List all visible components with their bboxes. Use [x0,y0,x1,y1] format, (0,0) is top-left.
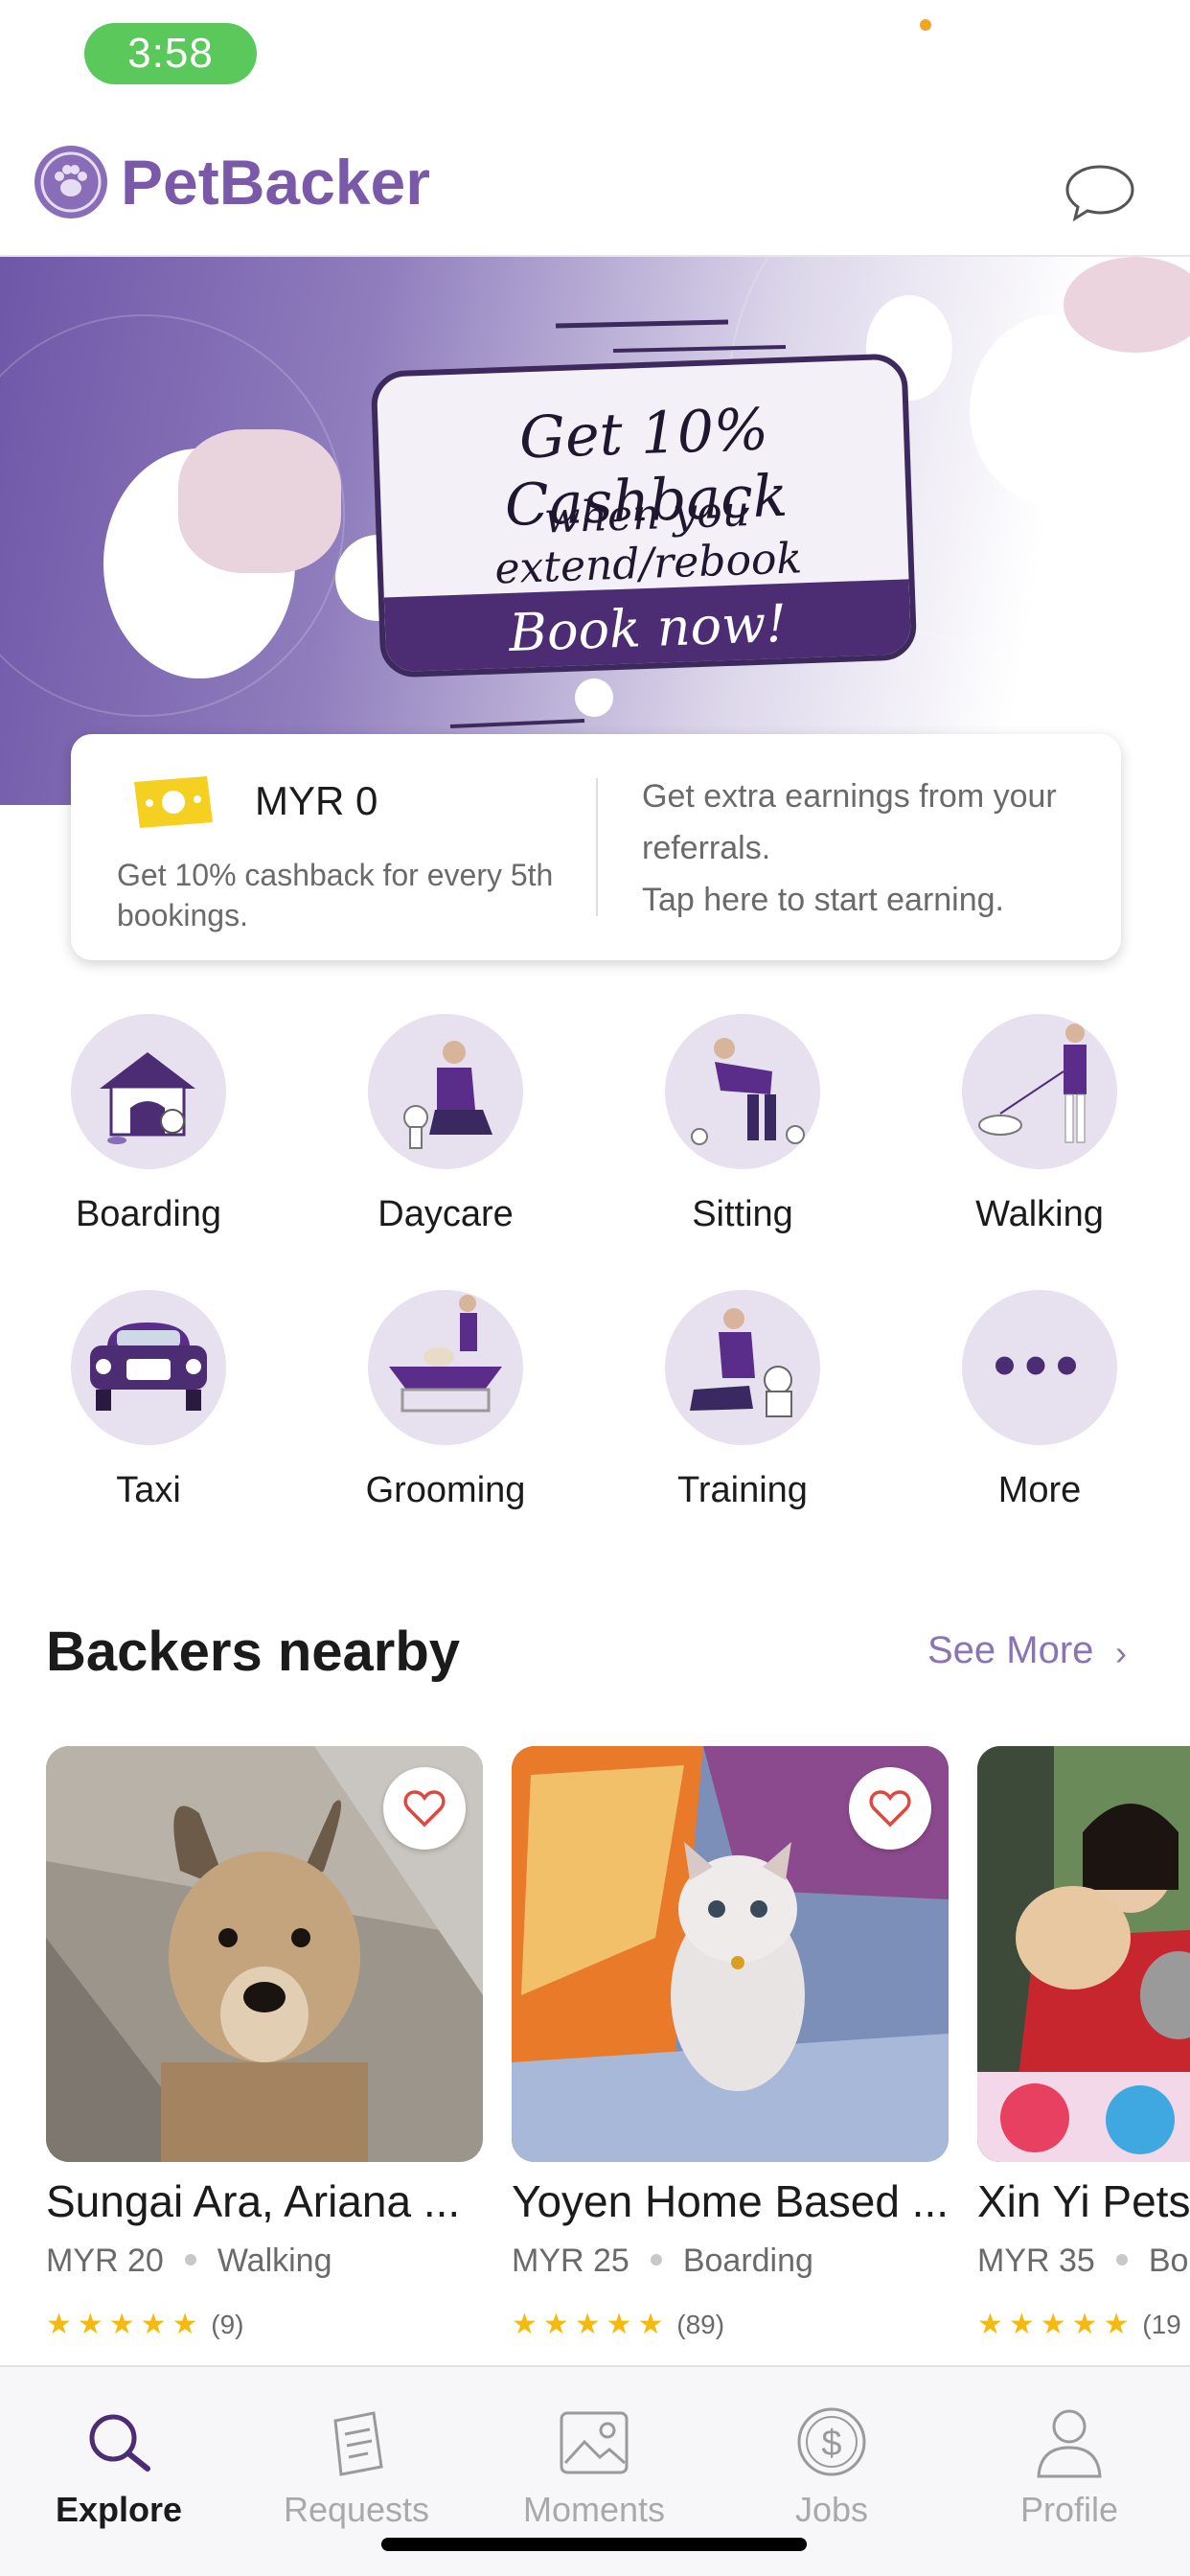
more-dots-glyph: ••• [993,1327,1087,1402]
tab-label: Profile [1019,2490,1119,2529]
heart-icon [869,1790,911,1828]
person-icon [1037,2409,1102,2478]
more-dots-icon: ••• [962,1290,1117,1445]
backer-price-row: MYR 35 Bo [977,2242,1188,2280]
separator-dot [650,2254,662,2266]
cash-icon [130,772,217,832]
backer-card[interactable]: Xin Yi Pets MYR 35 Bo ★★★★★ (19 [977,1746,1190,2340]
book-now-button[interactable]: Book now! [383,579,912,678]
service-walking[interactable]: Walking [918,1010,1157,1240]
backer-service: Walking [217,2242,332,2279]
walking-icon [962,1014,1117,1169]
star-rating-icon: ★★★★★ [977,2309,1135,2340]
service-label: Walking [975,1194,1104,1234]
service-label: Training [677,1470,808,1510]
heart-icon [403,1790,446,1828]
backer-rating: ★★★★★ (89) [512,2308,724,2341]
wallet-amount: MYR 0 [255,778,378,823]
tab-requests[interactable]: Requests [238,2405,475,2540]
app-header: PetBacker [0,105,1190,257]
service-boarding[interactable]: Boarding [27,1010,266,1240]
backer-price: MYR 20 [46,2242,164,2279]
service-label: Boarding [75,1194,222,1234]
service-sitting[interactable]: Sitting [621,1010,860,1240]
see-more-link[interactable]: See More [927,1629,1093,1672]
daycare-icon [368,1014,523,1169]
favorite-button[interactable] [383,1767,466,1850]
service-daycare[interactable]: Daycare [324,1010,563,1240]
section-title: Backers nearby [46,1621,461,1683]
paw-logo-icon [34,146,107,218]
favorite-button[interactable] [849,1767,931,1850]
app-name: PetBacker [121,147,430,218]
service-label: Taxi [116,1470,181,1510]
promo-card: Get 10% Cashback when you extend/rebook … [370,353,918,678]
backer-rating: ★★★★★ (19 [977,2308,1181,2340]
cashback-wallet-card[interactable]: MYR 0 Get 10% cashback for every 5th boo… [71,734,1121,960]
tab-label: Explore [55,2490,183,2529]
separator-dot [1115,2254,1128,2266]
sitting-icon [665,1014,820,1169]
cashback-description: Get 10% cashback for every 5th bookings. [117,858,554,932]
review-count: (89) [676,2310,725,2339]
service-more[interactable]: ••• More [918,1286,1157,1516]
status-time: 3:58 [84,23,257,84]
training-icon [665,1290,820,1445]
backer-price-row: MYR 25 Boarding [512,2242,813,2280]
tab-moments[interactable]: Moments [475,2405,713,2540]
referral-text[interactable]: Get extra earnings from your referrals. … [642,770,1102,926]
chat-bubble-icon[interactable] [1064,161,1136,224]
backer-price-row: MYR 20 Walking [46,2242,332,2280]
grooming-icon [368,1290,523,1445]
backer-service: Bo [1148,2242,1189,2279]
tab-explore[interactable]: Explore [0,2405,238,2540]
divider [596,778,598,916]
star-rating-icon: ★★★★★ [46,2309,204,2340]
promo-subline: when you extend/rebook [493,487,803,594]
doghouse-icon [71,1014,226,1169]
dollar-coin-icon: $ [797,2407,866,2476]
status-indicator-dot [920,19,931,31]
tab-profile[interactable]: Profile [950,2405,1188,2540]
service-training[interactable]: Training [621,1286,860,1516]
car-icon [71,1290,226,1445]
home-indicator[interactable] [381,2538,807,2551]
tab-label: Jobs [794,2490,869,2529]
svg-text:$: $ [821,2424,841,2464]
status-bar: 3:58 [0,0,1190,105]
backer-card[interactable]: Sungai Ara, Ariana ... MYR 20 Walking ★★★… [46,1746,483,2340]
chevron-right-icon[interactable]: › [1115,1633,1127,1673]
promo-banner[interactable]: Get 10% Cashback when you extend/rebook … [0,257,1190,805]
search-icon [89,2414,150,2472]
review-count: (19 [1142,2310,1181,2339]
service-label: Daycare [378,1194,514,1234]
backer-card[interactable]: Yoyen Home Based ... MYR 25 Boarding ★★★★… [512,1746,949,2340]
service-label: More [997,1470,1082,1510]
service-grooming[interactable]: Grooming [324,1286,563,1516]
backer-name: Yoyen Home Based ... [512,2176,949,2226]
backer-photo[interactable] [977,1746,1190,2162]
service-label: Grooming [365,1470,526,1510]
backer-service: Boarding [682,2242,813,2279]
tab-label: Requests [283,2490,430,2529]
backer-price: MYR 35 [977,2242,1095,2279]
tab-label: Moments [522,2490,666,2529]
dog-illustration [1058,458,1134,564]
star-rating-icon: ★★★★★ [512,2309,670,2340]
document-icon [333,2411,383,2476]
backer-price: MYR 25 [512,2242,629,2279]
image-icon [560,2411,629,2474]
service-taxi[interactable]: Taxi [27,1286,266,1516]
review-count: (9) [211,2310,244,2339]
backer-name: Sungai Ara, Ariana ... [46,2176,461,2226]
service-label: Sitting [692,1194,793,1234]
tab-jobs[interactable]: $ Jobs [713,2405,950,2540]
services-grid: Boarding Daycare Sitting Walking Taxi Gr… [0,1006,1190,1524]
backer-name: Xin Yi Pets [977,2176,1190,2226]
separator-dot [184,2254,196,2266]
dog-illustration [178,429,341,573]
backer-rating: ★★★★★ (9) [46,2308,244,2341]
